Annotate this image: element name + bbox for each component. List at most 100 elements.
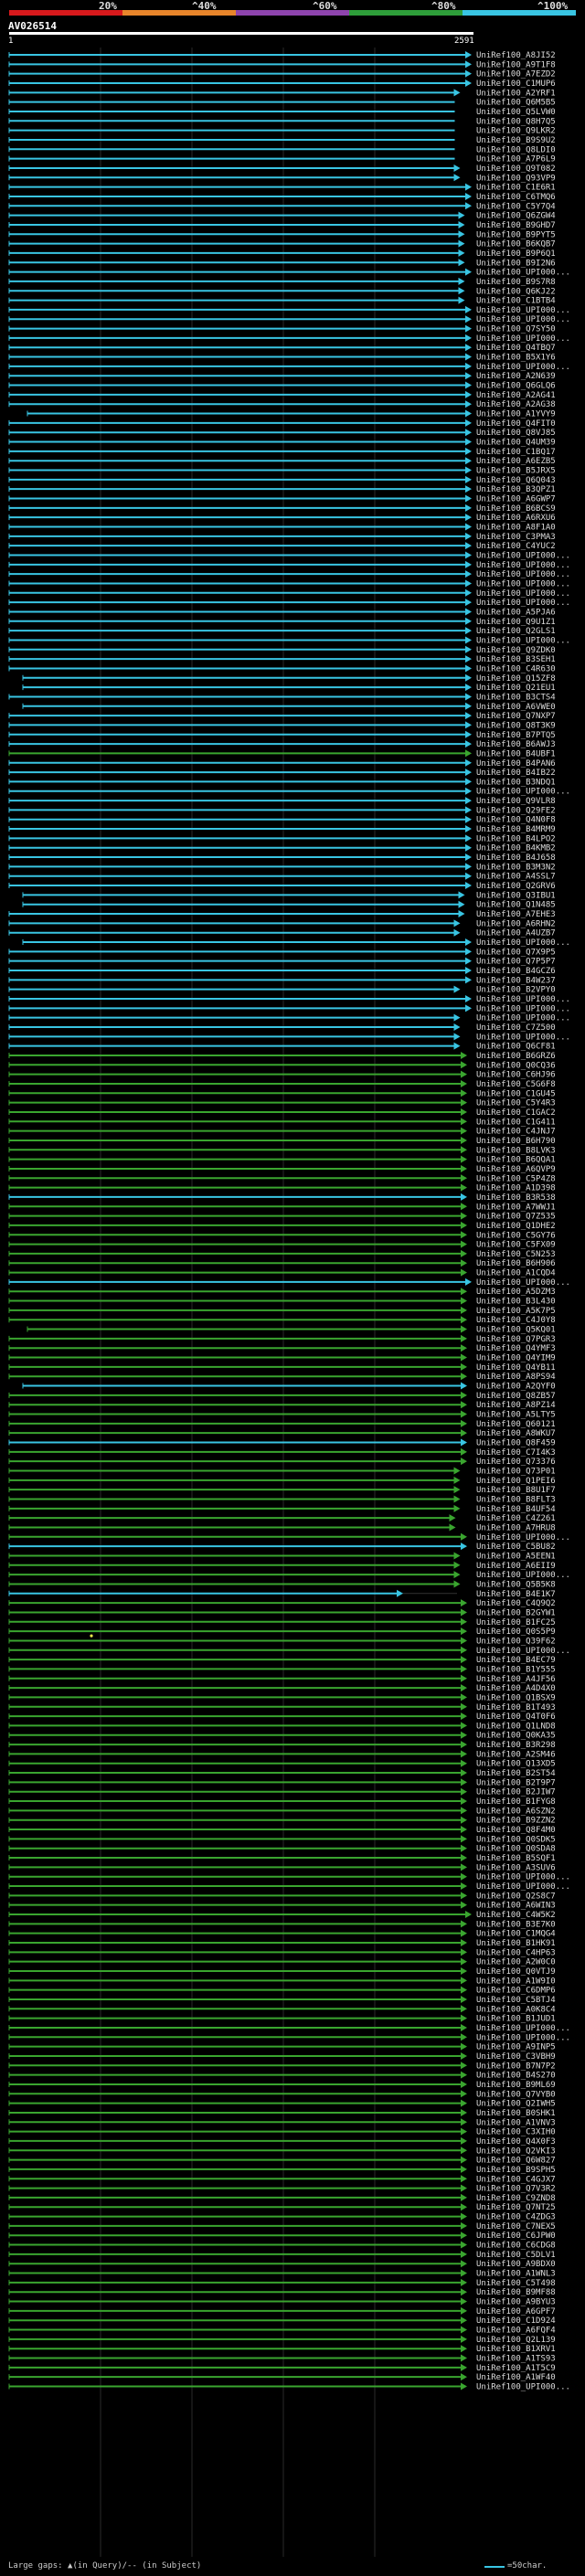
hit-label[interactable]: UniRef100_Q73P01 [476, 1468, 556, 1477]
hit-label[interactable]: UniRef100_B9ZZN2 [476, 1817, 556, 1826]
hit-label[interactable]: UniRef100_B4W237 [476, 976, 556, 985]
hit-label[interactable]: UniRef100_UPI000... [476, 306, 570, 315]
hit-label[interactable]: UniRef100_B3R538 [476, 1193, 556, 1203]
hit-label[interactable]: UniRef100_C1G411 [476, 1118, 556, 1127]
hit-label[interactable]: UniRef100_Q7V3R2 [476, 2185, 556, 2194]
hit-label[interactable]: UniRef100_B3NDQ1 [476, 778, 556, 787]
hit-label[interactable]: UniRef100_B4GCZ6 [476, 967, 556, 976]
hit-label[interactable]: UniRef100_B3M3N2 [476, 863, 556, 872]
hit-label[interactable]: UniRef100_UPI000... [476, 363, 570, 372]
hit-label[interactable]: UniRef100_B6GRZ6 [476, 1052, 556, 1061]
hit-label[interactable]: UniRef100_C4ZDG3 [476, 2213, 556, 2222]
hit-label[interactable]: UniRef100_B9PYT5 [476, 230, 556, 239]
hit-label[interactable]: UniRef100_A6VWE0 [476, 703, 556, 712]
hit-label[interactable]: UniRef100_Q7X9P5 [476, 948, 556, 957]
hit-label[interactable]: UniRef100_A5K7P5 [476, 1307, 556, 1316]
hit-label[interactable]: UniRef100_C5GY76 [476, 1231, 556, 1240]
hit-label[interactable]: UniRef100_A1T5C9 [476, 2364, 556, 2373]
hit-label[interactable]: UniRef100_UPI000... [476, 579, 570, 588]
hit-label[interactable]: UniRef100_B9I2N6 [476, 259, 556, 268]
hit-label[interactable]: UniRef100_UPI000... [476, 1033, 570, 1042]
hit-label[interactable]: UniRef100_Q6M5B5 [476, 99, 556, 108]
hit-label[interactable]: UniRef100_Q4X0F3 [476, 2137, 556, 2147]
hit-label[interactable]: UniRef100_A1VNV3 [476, 2118, 556, 2127]
hit-label[interactable]: UniRef100_A5DZM3 [476, 1288, 556, 1297]
hit-label[interactable]: UniRef100_C4JNJ7 [476, 1128, 556, 1137]
hit-label[interactable]: UniRef100_A6WIN3 [476, 1902, 556, 1911]
hit-label[interactable]: UniRef100_B9SPH5 [476, 2166, 556, 2175]
hit-label[interactable]: UniRef100_B5SQF1 [476, 1854, 556, 1863]
hit-label[interactable]: UniRef100_C6HJ96 [476, 1071, 556, 1080]
hit-label[interactable]: UniRef100_Q4TBQ7 [476, 344, 556, 353]
hit-label[interactable]: UniRef100_A1WNL3 [476, 2270, 556, 2279]
hit-label[interactable]: UniRef100_UPI000... [476, 1004, 570, 1013]
hit-label[interactable]: UniRef100_C5DLV1 [476, 2251, 556, 2260]
hit-label[interactable]: UniRef100_B2ST54 [476, 1769, 556, 1778]
hit-label[interactable]: UniRef100_A9BYU3 [476, 2298, 556, 2307]
hit-label[interactable]: UniRef100_UPI000... [476, 589, 570, 599]
hit-label[interactable]: UniRef100_B6QQA1 [476, 1156, 556, 1165]
hit-label[interactable]: UniRef100_B7N7P2 [476, 2062, 556, 2071]
hit-label[interactable]: UniRef100_B8FLT3 [476, 1495, 556, 1504]
hit-label[interactable]: UniRef100_C4HP63 [476, 1948, 556, 1957]
hit-label[interactable]: UniRef100_UPI000... [476, 334, 570, 344]
hit-label[interactable]: UniRef100_B3CTS4 [476, 693, 556, 702]
hit-label[interactable]: UniRef100_A6RXU6 [476, 514, 556, 523]
hit-label[interactable]: UniRef100_UPI000... [476, 636, 570, 645]
hit-label[interactable]: UniRef100_Q4YIM9 [476, 1354, 556, 1363]
hit-label[interactable]: UniRef100_B4E1K7 [476, 1590, 556, 1599]
hit-label[interactable]: UniRef100_B1HK91 [476, 1939, 556, 1948]
hit-label[interactable]: UniRef100_Q29FE2 [476, 806, 556, 815]
hit-label[interactable]: UniRef100_Q2GRV6 [476, 882, 556, 891]
hit-label[interactable]: UniRef100_A5EEN1 [476, 1552, 556, 1561]
hit-label[interactable]: UniRef100_C6JPW0 [476, 2231, 556, 2241]
hit-label[interactable]: UniRef100_C3XIH0 [476, 2128, 556, 2137]
hit-label[interactable]: UniRef100_C1MUP6 [476, 80, 556, 89]
hit-label[interactable]: UniRef100_A1WF40 [476, 2373, 556, 2382]
hit-label[interactable]: UniRef100_A7EHE3 [476, 910, 556, 919]
hit-label[interactable]: UniRef100_A8PS94 [476, 1373, 556, 1382]
hit-label[interactable]: UniRef100_B4LPO2 [476, 834, 556, 843]
hit-label[interactable]: UniRef100_C4R630 [476, 664, 556, 673]
hit-label[interactable]: UniRef100_B1FYG8 [476, 1797, 556, 1807]
hit-label[interactable]: UniRef100_C5Y4R3 [476, 1099, 556, 1108]
hit-label[interactable]: UniRef100_C4GJX7 [476, 2175, 556, 2184]
hit-label[interactable]: UniRef100_A2AG41 [476, 391, 556, 400]
hit-label[interactable]: UniRef100_Q2S8C7 [476, 1892, 556, 1901]
hit-label[interactable]: UniRef100_A1CQD4 [476, 1269, 556, 1278]
hit-label[interactable]: UniRef100_Q0KA35 [476, 1732, 556, 1741]
hit-label[interactable]: UniRef100_Q8VJ85 [476, 429, 556, 438]
hit-label[interactable]: UniRef100_A8PZ14 [476, 1401, 556, 1410]
hit-label[interactable]: UniRef100_A6RHN2 [476, 919, 556, 928]
hit-label[interactable]: UniRef100_A3SUV6 [476, 1863, 556, 1872]
hit-label[interactable]: UniRef100_Q6ZGW4 [476, 212, 556, 221]
hit-label[interactable]: UniRef100_Q4N0F8 [476, 816, 556, 825]
hit-label[interactable]: UniRef100_C5Y7Q4 [476, 202, 556, 211]
hit-label[interactable]: UniRef100_Q4T0F6 [476, 1712, 556, 1722]
hit-label[interactable]: UniRef100_UPI000... [476, 1873, 570, 1882]
hit-label[interactable]: UniRef100_Q4YB11 [476, 1363, 556, 1373]
hit-label[interactable]: UniRef100_B3R298 [476, 1741, 556, 1750]
hit-label[interactable]: UniRef100_A9INP5 [476, 2043, 556, 2052]
hit-label[interactable]: UniRef100_A7EZD2 [476, 70, 556, 80]
hit-label[interactable]: UniRef100_Q2GLS1 [476, 627, 556, 636]
hit-label[interactable]: UniRef100_C5P4Z8 [476, 1174, 556, 1183]
hit-label[interactable]: UniRef100_A0K8C4 [476, 2005, 556, 2014]
hit-label[interactable]: UniRef100_C5G6F8 [476, 1080, 556, 1089]
hit-label[interactable]: UniRef100_C5N253 [476, 1250, 556, 1259]
hit-label[interactable]: UniRef100_C5BTJ4 [476, 1996, 556, 2005]
hit-label[interactable]: UniRef100_B4S270 [476, 2072, 556, 2081]
hit-label[interactable]: UniRef100_C6CDG8 [476, 2242, 556, 2251]
hit-label[interactable]: UniRef100_B2JIW7 [476, 1788, 556, 1797]
hit-label[interactable]: UniRef100_B8LVK3 [476, 1146, 556, 1155]
hit-label[interactable]: UniRef100_B1JUD1 [476, 2015, 556, 2024]
hit-label[interactable]: UniRef100_A7HRU8 [476, 1523, 556, 1532]
hit-label[interactable]: UniRef100_A6QVP9 [476, 1165, 556, 1174]
hit-label[interactable]: UniRef100_Q21EU1 [476, 684, 556, 693]
hit-label[interactable]: UniRef100_A4SSL7 [476, 873, 556, 882]
hit-label[interactable]: UniRef100_Q4FIT0 [476, 419, 556, 429]
hit-label[interactable]: UniRef100_Q7SY50 [476, 325, 556, 334]
hit-label[interactable]: UniRef100_Q7NT25 [476, 2203, 556, 2212]
hit-label[interactable]: UniRef100_Q0S5P9 [476, 1627, 556, 1637]
hit-label[interactable]: UniRef100_B2GYW1 [476, 1608, 556, 1617]
